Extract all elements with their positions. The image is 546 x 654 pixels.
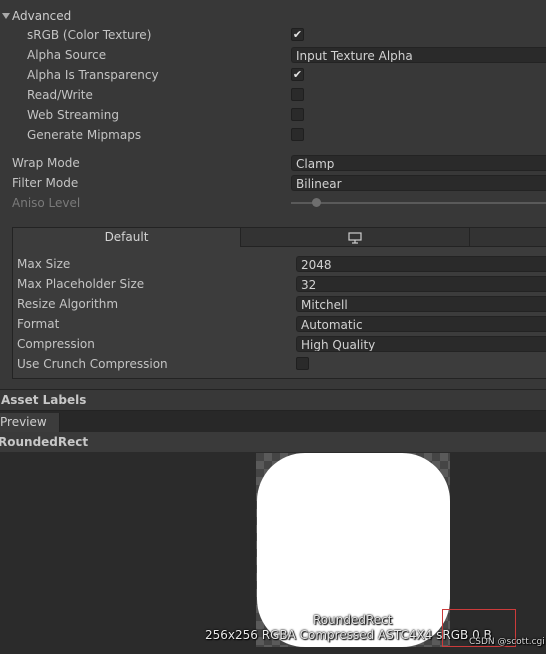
tab-default-label: Default [104, 230, 149, 244]
foldout-arrow-icon[interactable] [2, 13, 10, 19]
compression-dropdown[interactable]: High Quality [296, 336, 546, 352]
generate-mipmaps-label: Generate Mipmaps [27, 128, 142, 142]
tab-platform-3[interactable] [470, 228, 546, 247]
preview-caption-name: RoundedRect [313, 613, 393, 627]
alpha-is-transparency-checkbox[interactable]: ✔ [291, 68, 304, 81]
web-streaming-checkbox[interactable] [291, 108, 304, 121]
generate-mipmaps-checkbox[interactable] [291, 128, 304, 141]
tab-preview[interactable]: Preview [0, 413, 60, 432]
preview-asset-name: RoundedRect [0, 435, 89, 449]
resize-algorithm-label: Resize Algorithm [17, 297, 119, 311]
filter-mode-dropdown[interactable]: Bilinear [291, 175, 546, 191]
aniso-level-label: Aniso Level [12, 196, 81, 210]
format-label: Format [17, 317, 60, 331]
alpha-is-transparency-label: Alpha Is Transparency [27, 68, 159, 82]
wrap-mode-dropdown[interactable]: Clamp [291, 155, 546, 171]
monitor-icon [348, 231, 362, 244]
compression-label: Compression [17, 337, 95, 351]
filter-mode-label: Filter Mode [12, 176, 79, 190]
asset-labels-label: Asset Labels [1, 393, 87, 407]
web-streaming-label: Web Streaming [27, 108, 119, 122]
max-size-dropdown[interactable]: 2048 [296, 256, 546, 272]
resize-algorithm-dropdown[interactable]: Mitchell [296, 296, 546, 312]
tab-preview-label: Preview [0, 415, 47, 429]
srgb-label: sRGB (Color Texture) [27, 28, 152, 42]
platform-tab-bar: Default [12, 227, 546, 247]
max-placeholder-size-dropdown[interactable]: 32 [296, 276, 546, 292]
use-crunch-compression-checkbox[interactable] [296, 357, 309, 370]
max-placeholder-size-label: Max Placeholder Size [17, 277, 145, 291]
aniso-level-slider-track[interactable] [291, 202, 546, 204]
alpha-source-label: Alpha Source [27, 48, 107, 62]
wrap-mode-label: Wrap Mode [12, 156, 80, 170]
watermark-text: CSDN @scott.cgi [469, 637, 545, 647]
format-dropdown[interactable]: Automatic [296, 316, 546, 332]
alpha-source-dropdown[interactable]: Input Texture Alpha [291, 47, 546, 63]
srgb-checkbox[interactable]: ✔ [291, 28, 304, 41]
asset-labels-header[interactable]: Asset Labels [0, 390, 546, 410]
tab-default[interactable]: Default [13, 228, 241, 247]
read-write-checkbox[interactable] [291, 88, 304, 101]
preview-tab-strip [0, 411, 546, 432]
preview-asset-header: RoundedRect [0, 432, 546, 452]
aniso-level-slider-thumb[interactable] [312, 198, 321, 207]
use-crunch-compression-label: Use Crunch Compression [17, 357, 168, 371]
read-write-label: Read/Write [27, 88, 93, 102]
advanced-foldout-label[interactable]: Advanced [12, 8, 71, 24]
tab-standalone[interactable] [241, 228, 470, 247]
max-size-label: Max Size [17, 257, 71, 271]
